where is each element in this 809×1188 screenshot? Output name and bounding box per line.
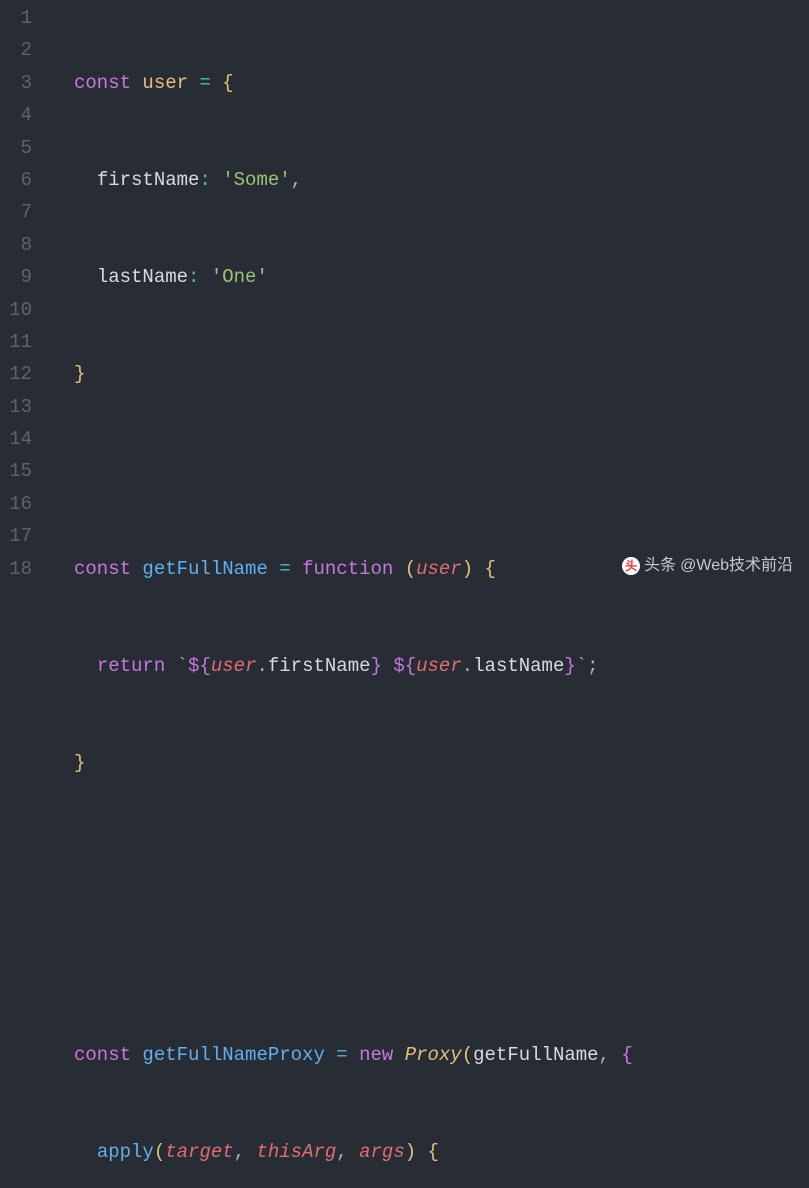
code-line: return `${user.firstName} ${user.lastNam… (74, 650, 633, 682)
line-number: 1 (0, 2, 32, 34)
code-line: } (74, 747, 633, 779)
line-number: 5 (0, 132, 32, 164)
watermark: 头 头条 @Web技术前沿 (622, 550, 793, 582)
line-number-gutter: 1 2 3 4 5 6 7 8 9 10 11 12 13 14 15 16 1… (0, 0, 46, 594)
line-number: 9 (0, 261, 32, 293)
line-number: 7 (0, 196, 32, 228)
line-number: 6 (0, 164, 32, 196)
line-number: 12 (0, 358, 32, 390)
line-number: 10 (0, 294, 32, 326)
watermark-handle: @Web技术前沿 (680, 550, 793, 582)
code-line: apply(target, thisArg, args) { (74, 1136, 633, 1168)
line-number: 3 (0, 67, 32, 99)
line-number: 15 (0, 455, 32, 487)
code-editor: 1 2 3 4 5 6 7 8 9 10 11 12 13 14 15 16 1… (0, 0, 809, 594)
line-number: 14 (0, 423, 32, 455)
code-line: lastName: 'One' (74, 261, 633, 293)
watermark-brand: 头条 (644, 550, 676, 582)
line-number: 2 (0, 34, 32, 66)
code-line: } (74, 358, 633, 390)
line-number: 8 (0, 229, 32, 261)
line-number: 17 (0, 520, 32, 552)
code-line: const getFullName = function (user) { (74, 553, 633, 585)
toutiao-icon: 头 (622, 557, 640, 575)
line-number: 16 (0, 488, 32, 520)
line-number: 13 (0, 391, 32, 423)
code-line: const user = { (74, 67, 633, 99)
code-content[interactable]: const user = { firstName: 'Some', lastNa… (46, 0, 633, 594)
code-line (74, 456, 633, 488)
line-number: 4 (0, 99, 32, 131)
code-line (74, 942, 633, 974)
code-line (74, 844, 633, 876)
line-number: 18 (0, 553, 32, 585)
code-line: const getFullNameProxy = new Proxy(getFu… (74, 1039, 633, 1071)
code-line: firstName: 'Some', (74, 164, 633, 196)
line-number: 11 (0, 326, 32, 358)
